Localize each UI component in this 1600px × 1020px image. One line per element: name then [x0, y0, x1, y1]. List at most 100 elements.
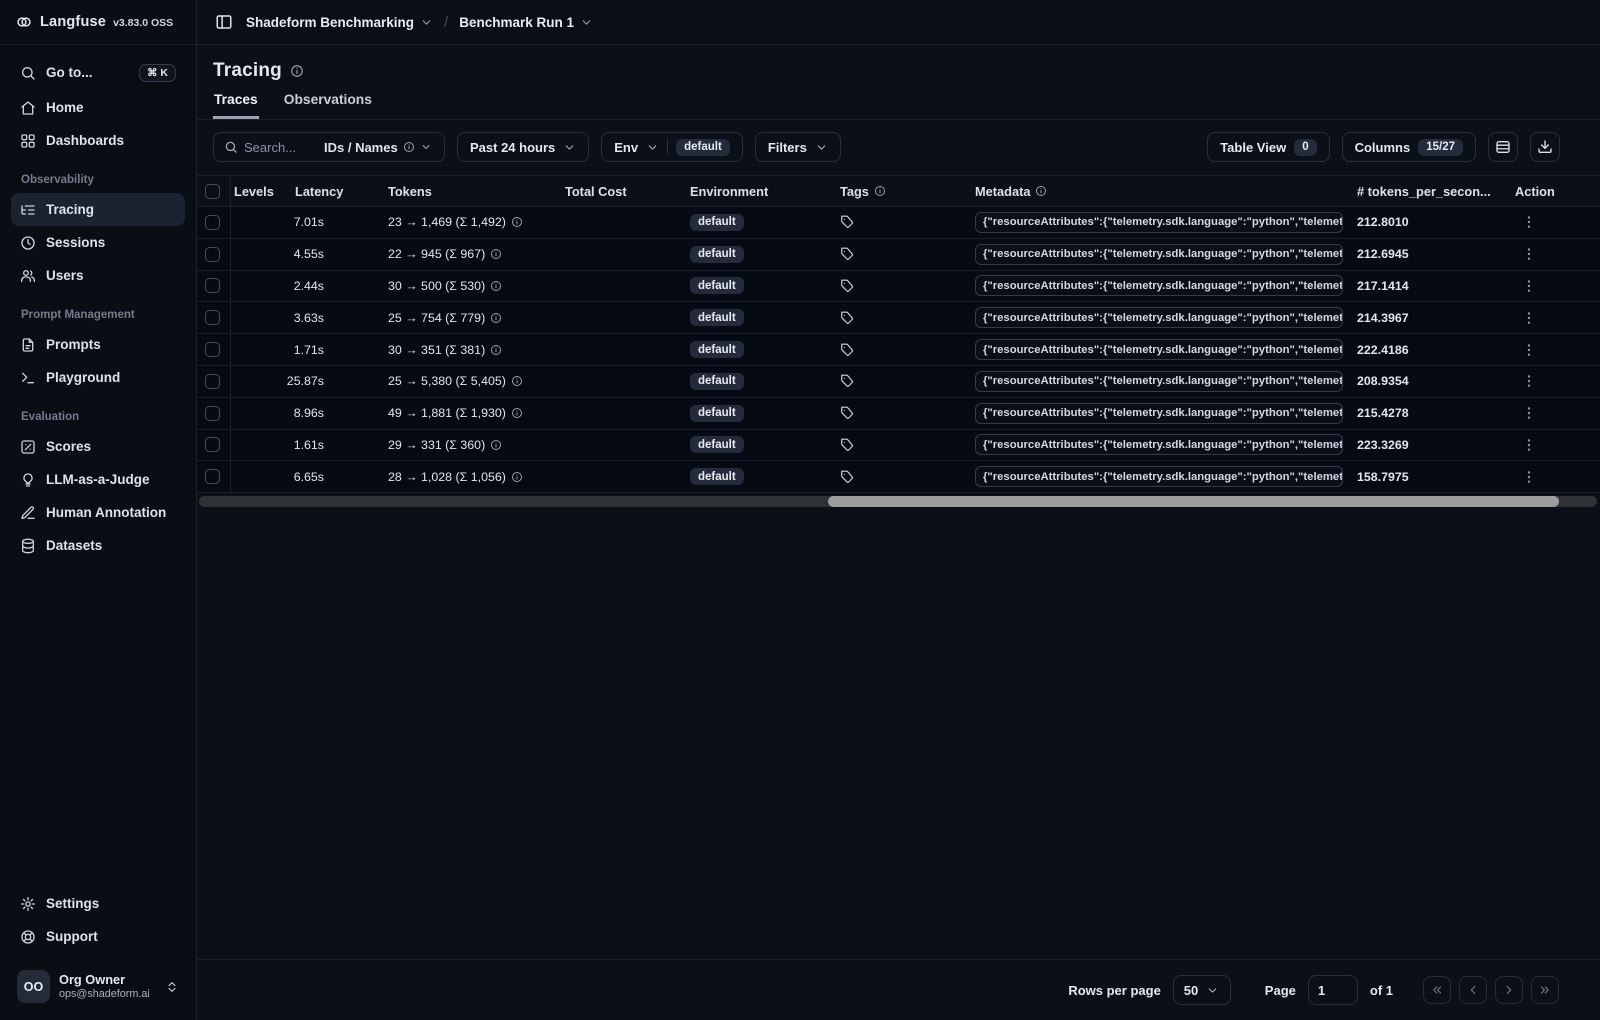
row-checkbox[interactable]: [205, 310, 220, 326]
table-row[interactable]: 4.55s 22 → 945 (Σ 967) default {"resourceAt…: [197, 238, 1600, 271]
column-header-latency[interactable]: Latency: [284, 184, 377, 199]
org-selector[interactable]: Shadeform Benchmarking: [246, 15, 433, 30]
sidebar-item-dashboards[interactable]: Dashboards: [11, 124, 185, 157]
column-header-tokens[interactable]: Tokens: [377, 184, 554, 199]
row-actions-button[interactable]: [1521, 373, 1537, 389]
sidebar-item-support[interactable]: Support: [11, 920, 185, 953]
table-row[interactable]: 3.63s 25 → 754 (Σ 779) default {"resourceAt…: [197, 302, 1600, 335]
column-header-total-cost[interactable]: Total Cost: [554, 184, 679, 199]
sidebar-item-home[interactable]: Home: [11, 91, 185, 124]
metadata-value[interactable]: {"resourceAttributes":{"telemetry.sdk.la…: [975, 243, 1343, 265]
rows-per-page-select[interactable]: 50: [1172, 975, 1231, 1005]
table-row[interactable]: 1.61s 29 → 331 (Σ 360) default {"resourceAt…: [197, 429, 1600, 462]
tag-icon[interactable]: [840, 438, 854, 452]
metadata-value[interactable]: {"resourceAttributes":{"telemetry.sdk.la…: [975, 307, 1343, 329]
sidebar-item-datasets[interactable]: Datasets: [11, 529, 185, 562]
tag-icon[interactable]: [840, 311, 854, 325]
row-checkbox[interactable]: [205, 278, 220, 294]
tokens-cell: 30 → 500 (Σ 530): [377, 279, 554, 293]
row-actions-button[interactable]: [1521, 310, 1537, 326]
tag-icon[interactable]: [840, 247, 854, 261]
chevron-down-icon: [815, 141, 828, 154]
select-all-checkbox[interactable]: [205, 183, 220, 199]
tag-icon[interactable]: [840, 343, 854, 357]
column-header-metadata[interactable]: Metadata: [964, 184, 1346, 199]
columns-button[interactable]: Columns 15/27: [1341, 132, 1476, 162]
sidebar-toggle-button[interactable]: [211, 9, 237, 35]
row-actions-button[interactable]: [1521, 342, 1537, 358]
sidebar-item-settings[interactable]: Settings: [11, 887, 185, 920]
row-actions-button[interactable]: [1521, 469, 1537, 485]
row-actions-button[interactable]: [1521, 437, 1537, 453]
table-view-button[interactable]: Table View 0: [1207, 132, 1330, 162]
column-header-tags[interactable]: Tags: [829, 184, 964, 199]
row-checkbox[interactable]: [205, 373, 220, 389]
sidebar-item-human-annotation[interactable]: Human Annotation: [11, 496, 185, 529]
metadata-value[interactable]: {"resourceAttributes":{"telemetry.sdk.la…: [975, 275, 1343, 297]
time-range-button[interactable]: Past 24 hours: [457, 132, 590, 162]
goto-button[interactable]: Go to... ⌘ K: [11, 56, 185, 89]
table-row[interactable]: 6.65s 28 → 1,028 (Σ 1,056) default {"resour…: [197, 461, 1600, 494]
filters-button[interactable]: Filters: [754, 132, 841, 162]
horizontal-scrollbar[interactable]: [199, 496, 1597, 508]
info-icon[interactable]: [290, 64, 304, 78]
row-checkbox[interactable]: [205, 342, 220, 358]
tag-icon[interactable]: [840, 470, 854, 484]
row-checkbox[interactable]: [205, 246, 220, 262]
sidebar-item-scores[interactable]: Scores: [11, 430, 185, 463]
info-icon: [511, 407, 523, 419]
column-header-levels[interactable]: Levels: [231, 184, 284, 199]
avatar: OO: [17, 970, 50, 1003]
row-checkbox[interactable]: [205, 405, 220, 421]
metadata-value[interactable]: {"resourceAttributes":{"telemetry.sdk.la…: [975, 402, 1343, 424]
export-button[interactable]: [1530, 132, 1560, 162]
previous-page-button[interactable]: [1459, 976, 1487, 1004]
tag-icon[interactable]: [840, 215, 854, 229]
sidebar-item-tracing[interactable]: Tracing: [11, 193, 185, 226]
tag-icon[interactable]: [840, 374, 854, 388]
row-actions-button[interactable]: [1521, 214, 1537, 230]
tag-icon[interactable]: [840, 406, 854, 420]
sidebar-item-llm-as-a-judge[interactable]: LLM-as-a-Judge: [11, 463, 185, 496]
first-page-button[interactable]: [1423, 976, 1451, 1004]
table-row[interactable]: 7.01s 23 → 1,469 (Σ 1,492) default {"resour…: [197, 207, 1600, 239]
env-filter-button[interactable]: Env default: [601, 132, 743, 162]
next-page-button[interactable]: [1495, 976, 1523, 1004]
metadata-value[interactable]: {"resourceAttributes":{"telemetry.sdk.la…: [975, 434, 1343, 456]
tab-observations[interactable]: Observations: [283, 92, 373, 119]
last-page-button[interactable]: [1531, 976, 1559, 1004]
search-input[interactable]: [244, 139, 316, 155]
metadata-value[interactable]: {"resourceAttributes":{"telemetry.sdk.la…: [975, 370, 1343, 392]
column-header-tokens-per-secon[interactable]: # tokens_per_secon...: [1346, 184, 1504, 199]
column-header-environment[interactable]: Environment: [679, 184, 829, 199]
row-checkbox[interactable]: [205, 214, 220, 230]
table-row[interactable]: 2.44s 30 → 500 (Σ 530) default {"resourceAt…: [197, 270, 1600, 303]
project-selector[interactable]: Benchmark Run 1: [459, 15, 593, 30]
row-actions-button[interactable]: [1521, 405, 1537, 421]
scrollbar-thumb[interactable]: [828, 496, 1560, 508]
sidebar-item-prompts[interactable]: Prompts: [11, 328, 185, 361]
table-row[interactable]: 1.71s 30 → 351 (Σ 381) default {"resourceAt…: [197, 334, 1600, 366]
table-row[interactable]: 25.87s 25 → 5,380 (Σ 5,405) default {"resou…: [197, 365, 1600, 398]
latency-cell: 1.71s: [284, 343, 377, 357]
search-type-select[interactable]: IDs / Names: [324, 140, 432, 155]
search-box[interactable]: IDs / Names: [213, 132, 445, 162]
metadata-value[interactable]: {"resourceAttributes":{"telemetry.sdk.la…: [975, 211, 1343, 233]
row-actions-button[interactable]: [1521, 278, 1537, 294]
row-height-button[interactable]: [1488, 132, 1518, 162]
row-checkbox[interactable]: [205, 437, 220, 453]
table-row[interactable]: 8.96s 49 → 1,881 (Σ 1,930) default {"resour…: [197, 397, 1600, 430]
page-number-input[interactable]: [1307, 975, 1358, 1005]
user-menu[interactable]: OO Org Owner ops@shadeform.ai: [11, 965, 185, 1008]
sidebar-item-playground[interactable]: Playground: [11, 361, 185, 394]
tag-icon[interactable]: [840, 279, 854, 293]
tab-traces[interactable]: Traces: [213, 92, 259, 119]
sidebar-item-sessions[interactable]: Sessions: [11, 226, 185, 259]
sidebar-item-users[interactable]: Users: [11, 259, 185, 292]
column-header-action[interactable]: Action: [1504, 184, 1577, 199]
row-checkbox[interactable]: [205, 469, 220, 485]
metadata-value[interactable]: {"resourceAttributes":{"telemetry.sdk.la…: [975, 466, 1343, 488]
row-actions-button[interactable]: [1521, 246, 1537, 262]
latency-value: 7.01s: [293, 215, 324, 230]
metadata-value[interactable]: {"resourceAttributes":{"telemetry.sdk.la…: [975, 339, 1343, 361]
